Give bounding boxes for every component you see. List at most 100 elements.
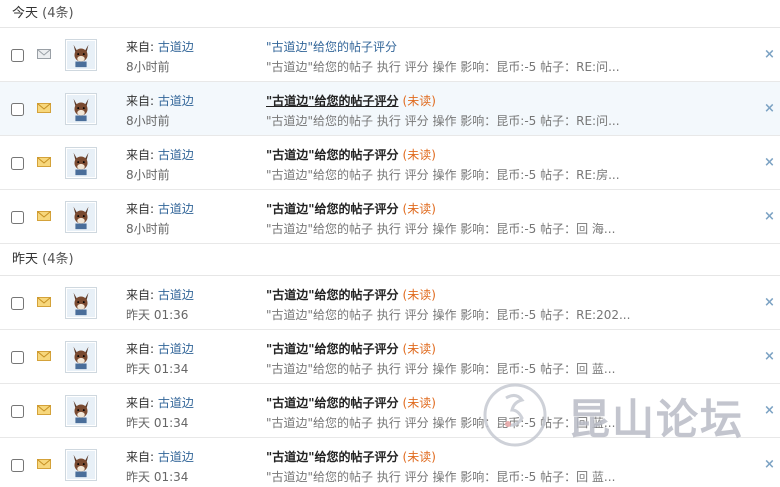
subject-text: "古道边"给您的帖子评分: [266, 202, 399, 216]
delete-icon[interactable]: ×: [764, 457, 775, 472]
row-checkbox[interactable]: [11, 49, 24, 62]
row-checkbox[interactable]: [11, 297, 24, 310]
notice-row[interactable]: 来自: 古道边 昨天 01:34 "古道边"给您的帖子评分 (未读) "古道边"给…: [0, 384, 780, 438]
delete-icon[interactable]: ×: [764, 101, 775, 116]
group-count: (4条): [42, 6, 74, 21]
notice-row[interactable]: 来自: 古道边 昨天 01:34 "古道边"给您的帖子评分 (未读) "古道边"给…: [0, 330, 780, 384]
from-line: 来自: 古道边: [126, 448, 194, 465]
avatar[interactable]: [65, 449, 97, 481]
from-label: 来自:: [126, 202, 155, 216]
summary: "古道边"给您的帖子 执行 评分 操作 影响：昆币:-5 帖子：RE:房...: [266, 168, 620, 182]
avatar[interactable]: [65, 201, 97, 233]
avatar[interactable]: [65, 395, 97, 427]
sender-link[interactable]: 古道边: [158, 148, 194, 162]
row-checkbox[interactable]: [11, 405, 24, 418]
timestamp: 8小时前: [126, 222, 170, 236]
summary: "古道边"给您的帖子 执行 评分 操作 影响：昆币:-5 帖子：回 海...: [266, 222, 616, 236]
from-label: 来自:: [126, 288, 155, 302]
subject-link[interactable]: "古道边"给您的帖子评分: [266, 38, 397, 55]
sender-link[interactable]: 古道边: [158, 40, 194, 54]
from-label: 来自:: [126, 94, 155, 108]
timestamp: 8小时前: [126, 60, 170, 74]
group-count: (4条): [42, 252, 74, 267]
unread-badge: (未读): [402, 148, 436, 162]
row-checkbox[interactable]: [11, 211, 24, 224]
delete-icon[interactable]: ×: [764, 403, 775, 418]
timestamp: 8小时前: [126, 168, 170, 182]
summary: "古道边"给您的帖子 执行 评分 操作 影响：昆币:-5 帖子：RE:问...: [266, 114, 620, 128]
timestamp: 8小时前: [126, 114, 170, 128]
delete-icon[interactable]: ×: [764, 155, 775, 170]
sender-link[interactable]: 古道边: [158, 396, 194, 410]
avatar[interactable]: [65, 341, 97, 373]
from-line: 来自: 古道边: [126, 92, 194, 109]
notice-row[interactable]: 来自: 古道边 8小时前 "古道边"给您的帖子评分 (未读) "古道边"给您的帖子…: [0, 136, 780, 190]
subject-link[interactable]: "古道边"给您的帖子评分 (未读): [266, 286, 436, 303]
unread-badge: (未读): [402, 288, 436, 302]
subject-link[interactable]: "古道边"给您的帖子评分 (未读): [266, 200, 436, 217]
from-label: 来自:: [126, 396, 155, 410]
sender-link[interactable]: 古道边: [158, 94, 194, 108]
from-label: 来自:: [126, 40, 155, 54]
from-label: 来自:: [126, 342, 155, 356]
group-label: 昨天: [12, 252, 39, 267]
summary: "古道边"给您的帖子 执行 评分 操作 影响：昆币:-5 帖子：回 蓝...: [266, 416, 616, 430]
subject-text: "古道边"给您的帖子评分: [266, 40, 398, 54]
row-checkbox[interactable]: [11, 157, 24, 170]
subject-text: "古道边"给您的帖子评分: [266, 148, 399, 162]
timestamp: 昨天 01:34: [126, 362, 189, 376]
envelope-unread-icon: [37, 351, 51, 361]
avatar[interactable]: [65, 93, 97, 125]
avatar[interactable]: [65, 39, 97, 71]
summary: "古道边"给您的帖子 执行 评分 操作 影响：昆币:-5 帖子：RE:202..…: [266, 308, 631, 322]
from-line: 来自: 古道边: [126, 200, 194, 217]
envelope-unread-icon: [37, 157, 51, 167]
envelope-unread-icon: [37, 103, 51, 113]
timestamp: 昨天 01:36: [126, 308, 189, 322]
group-yesterday: 昨天 (4条) 来自: 古道边 昨天 01:36 "古道边"给您的帖子评分 (未读…: [0, 244, 780, 487]
delete-icon[interactable]: ×: [764, 349, 775, 364]
from-line: 来自: 古道边: [126, 286, 194, 303]
from-line: 来自: 古道边: [126, 394, 194, 411]
row-checkbox[interactable]: [11, 103, 24, 116]
unread-badge: (未读): [402, 450, 436, 464]
sender-link[interactable]: 古道边: [158, 342, 194, 356]
sender-link[interactable]: 古道边: [158, 202, 194, 216]
summary: "古道边"给您的帖子 执行 评分 操作 影响：昆币:-5 帖子：RE:问...: [266, 60, 620, 74]
sender-link[interactable]: 古道边: [158, 450, 194, 464]
subject-text: "古道边"给您的帖子评分: [266, 94, 399, 108]
notice-row[interactable]: 来自: 古道边 8小时前 "古道边"给您的帖子评分 (未读) "古道边"给您的帖子…: [0, 82, 780, 136]
envelope-unread-icon: [37, 297, 51, 307]
notice-row[interactable]: 来自: 古道边 昨天 01:34 "古道边"给您的帖子评分 (未读) "古道边"给…: [0, 438, 780, 487]
delete-icon[interactable]: ×: [764, 295, 775, 310]
group-header: 今天 (4条): [0, 0, 780, 28]
subject-text: "古道边"给您的帖子评分: [266, 396, 399, 410]
notice-row[interactable]: 来自: 古道边 8小时前 "古道边"给您的帖子评分 "古道边"给您的帖子 执行 …: [0, 28, 780, 82]
unread-badge: (未读): [402, 396, 436, 410]
summary: "古道边"给您的帖子 执行 评分 操作 影响：昆币:-5 帖子：回 蓝...: [266, 362, 616, 376]
timestamp: 昨天 01:34: [126, 416, 189, 430]
sender-link[interactable]: 古道边: [158, 288, 194, 302]
subject-link[interactable]: "古道边"给您的帖子评分 (未读): [266, 394, 436, 411]
unread-badge: (未读): [402, 202, 436, 216]
subject-link[interactable]: "古道边"给您的帖子评分 (未读): [266, 448, 436, 465]
notice-row[interactable]: 来自: 古道边 昨天 01:36 "古道边"给您的帖子评分 (未读) "古道边"给…: [0, 276, 780, 330]
row-checkbox[interactable]: [11, 351, 24, 364]
avatar[interactable]: [65, 287, 97, 319]
subject-link[interactable]: "古道边"给您的帖子评分 (未读): [266, 146, 436, 163]
from-label: 来自:: [126, 148, 155, 162]
delete-icon[interactable]: ×: [764, 209, 775, 224]
envelope-unread-icon: [37, 459, 51, 469]
subject-link[interactable]: "古道边"给您的帖子评分 (未读): [266, 340, 436, 357]
subject-text: "古道边"给您的帖子评分: [266, 288, 399, 302]
unread-badge: (未读): [402, 94, 436, 108]
notice-row[interactable]: 来自: 古道边 8小时前 "古道边"给您的帖子评分 (未读) "古道边"给您的帖子…: [0, 190, 780, 244]
avatar[interactable]: [65, 147, 97, 179]
from-line: 来自: 古道边: [126, 340, 194, 357]
group-today: 今天 (4条) 来自: 古道边 8小时前 "古道边"给您的帖子评分 "古道边"给…: [0, 0, 780, 244]
summary: "古道边"给您的帖子 执行 评分 操作 影响：昆币:-5 帖子：回 蓝...: [266, 470, 616, 484]
from-line: 来自: 古道边: [126, 38, 194, 55]
row-checkbox[interactable]: [11, 459, 24, 472]
subject-link[interactable]: "古道边"给您的帖子评分 (未读): [266, 92, 436, 109]
delete-icon[interactable]: ×: [764, 47, 775, 62]
